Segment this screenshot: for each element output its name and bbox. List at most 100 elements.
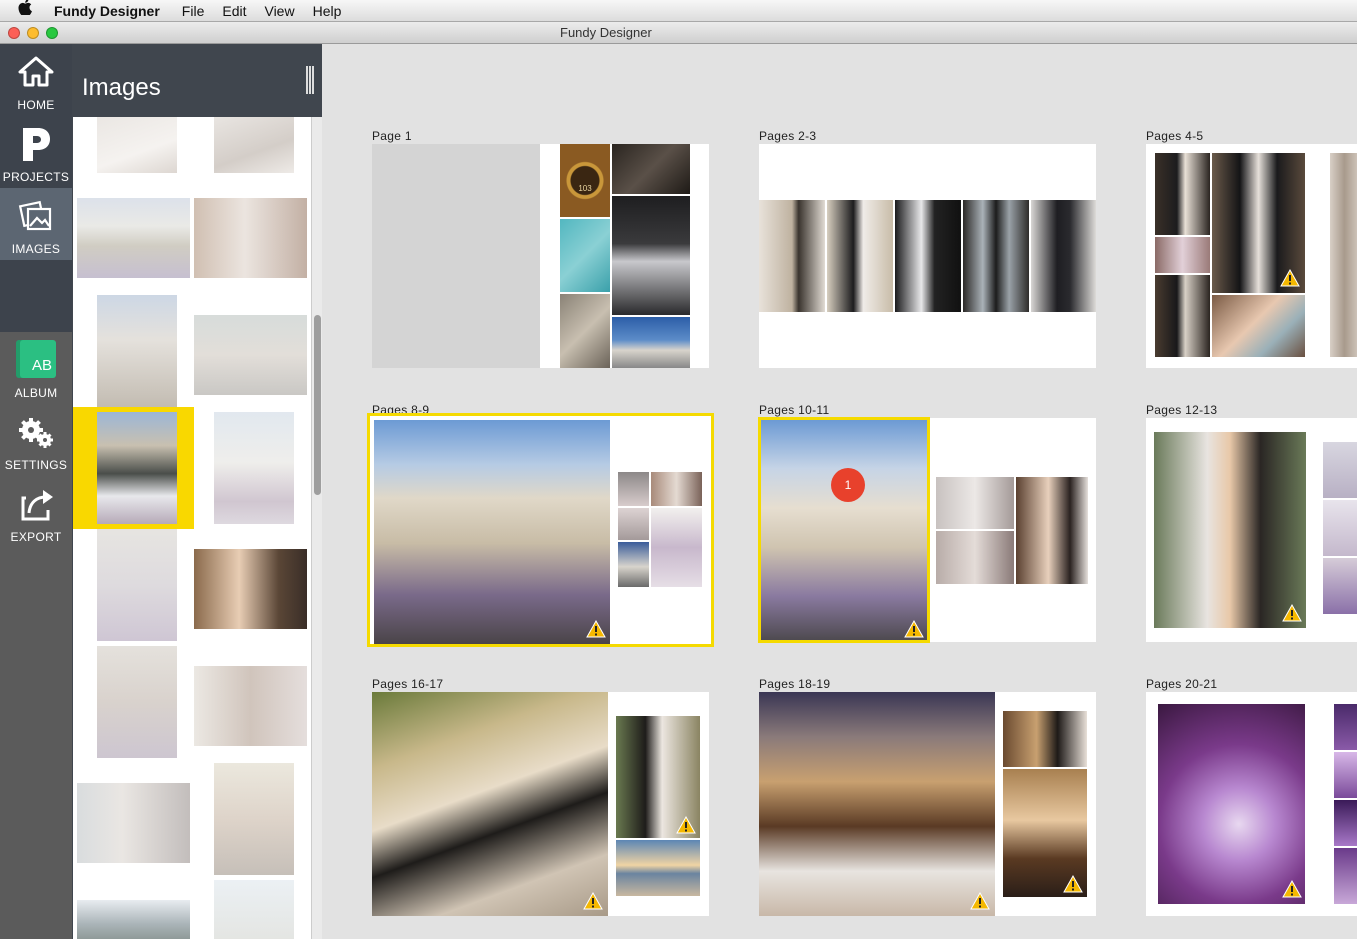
menu-view[interactable]: View (264, 3, 294, 19)
nav-album[interactable]: AB ALBUM (0, 332, 72, 404)
spread-pages-10-11[interactable]: 1 (758, 417, 1096, 643)
photo-tile[interactable] (827, 200, 893, 312)
image-count-badge: 1 (831, 468, 865, 502)
panel-resize-handle[interactable] (306, 66, 314, 94)
spread-pages-4-5[interactable] (1146, 144, 1357, 368)
purple-detail-photo[interactable] (1158, 704, 1305, 904)
spread-label: Pages 20-21 (1146, 677, 1218, 691)
album-spreads-area: Page 1 103 Pages 2-3 Pages 4-5 Pages 8-9 (322, 44, 1357, 939)
photo-tile[interactable] (651, 508, 702, 587)
nav-export[interactable]: EXPORT (0, 476, 72, 548)
warning-icon (904, 620, 924, 638)
spread-label: Page 1 (372, 129, 412, 143)
photo-tile[interactable] (1334, 704, 1357, 750)
image-thumbnail[interactable] (97, 117, 177, 173)
nav-settings[interactable]: SETTINGS (0, 404, 72, 476)
home-icon (18, 56, 54, 87)
empty-page-placeholder (372, 144, 540, 368)
spread-pages-12-13[interactable] (1146, 418, 1357, 642)
menu-file[interactable]: File (182, 3, 205, 19)
thumbnail-scrollbar[interactable] (311, 117, 322, 939)
images-icon (18, 200, 52, 231)
spread-page-1[interactable]: 103 (372, 144, 709, 368)
photo-tile[interactable] (936, 477, 1014, 529)
photo-tile[interactable] (1323, 500, 1357, 556)
photo-tile[interactable] (1155, 153, 1210, 235)
image-thumbnail[interactable] (214, 117, 294, 173)
menu-help[interactable]: Help (313, 3, 342, 19)
photo-tile[interactable] (1212, 295, 1305, 357)
photo-tile[interactable] (618, 542, 649, 587)
image-thumbnail-selected[interactable] (97, 412, 177, 524)
photo-tile[interactable] (1016, 477, 1088, 584)
nav-home[interactable]: HOME (0, 44, 72, 116)
photo-tile[interactable] (560, 294, 610, 368)
photo-tile[interactable] (1330, 153, 1357, 357)
photo-tile[interactable] (651, 472, 702, 506)
spread-pages-8-9-selected[interactable] (367, 413, 714, 647)
photo-tile[interactable] (895, 200, 961, 312)
photo-tile[interactable] (1334, 752, 1357, 798)
spread-pages-2-3[interactable] (759, 144, 1096, 368)
photo-tile[interactable] (1334, 848, 1357, 904)
photo-tile[interactable] (963, 200, 1029, 312)
photo-tile[interactable] (1323, 442, 1357, 498)
photo-tile[interactable] (616, 840, 700, 896)
image-thumbnail[interactable] (97, 646, 177, 758)
spread-label: Pages 16-17 (372, 677, 444, 691)
spread-pages-18-19[interactable] (759, 692, 1096, 916)
spread-pages-20-21[interactable] (1146, 692, 1357, 916)
export-icon (21, 490, 53, 521)
image-thumbnail[interactable] (194, 549, 307, 629)
album-icon-text: AB (31, 357, 52, 374)
photo-tile[interactable] (1212, 153, 1305, 293)
image-thumbnail[interactable] (194, 198, 307, 278)
spread-pages-16-17[interactable] (372, 692, 709, 916)
scrollbar-thumb[interactable] (314, 315, 321, 495)
photo-tile[interactable] (759, 200, 825, 312)
photo-tile[interactable] (612, 317, 690, 368)
photo-tile[interactable] (1154, 432, 1306, 628)
photo-tile[interactable] (1155, 237, 1210, 273)
photo-tile[interactable] (1003, 711, 1087, 767)
menu-edit[interactable]: Edit (222, 3, 246, 19)
photo-tile[interactable] (612, 144, 690, 194)
photo-tile[interactable] (618, 472, 649, 506)
image-thumbnail[interactable] (77, 783, 190, 863)
image-thumbnail-list[interactable] (73, 117, 311, 939)
photo-tile[interactable] (618, 508, 649, 540)
beach-couple-photo[interactable] (372, 692, 608, 916)
photo-tile[interactable] (1031, 200, 1096, 312)
image-thumbnail[interactable] (77, 198, 190, 278)
photo-tile[interactable] (936, 531, 1014, 584)
image-thumbnail[interactable] (77, 900, 190, 939)
spread-label: Pages 18-19 (759, 677, 831, 691)
app-name-menu[interactable]: Fundy Designer (54, 3, 160, 19)
image-thumbnail[interactable] (97, 529, 177, 641)
ballroom-bride-photo[interactable] (759, 692, 995, 916)
nav-images-label: IMAGES (11, 242, 61, 256)
image-thumbnail[interactable] (194, 666, 307, 746)
gazebo-photo-selected[interactable] (758, 417, 930, 643)
settings-icon (19, 418, 53, 448)
photo-tile[interactable] (1323, 558, 1357, 614)
image-thumbnail[interactable] (214, 880, 294, 939)
warning-icon (676, 816, 696, 834)
photo-tile[interactable] (1334, 800, 1357, 846)
nav-projects[interactable]: PROJECTS (0, 116, 72, 188)
image-thumbnail[interactable] (97, 295, 177, 407)
photo-tile[interactable] (616, 716, 700, 838)
image-thumbnail[interactable] (194, 315, 307, 395)
photo-tile[interactable] (612, 196, 690, 315)
image-thumbnail[interactable] (214, 412, 294, 524)
spread-label: Pages 4-5 (1146, 129, 1204, 143)
photo-tile[interactable] (560, 219, 610, 292)
nav-export-label: EXPORT (10, 530, 62, 544)
image-thumbnail[interactable] (214, 763, 294, 875)
photo-tile[interactable]: 103 (560, 144, 610, 217)
photo-tile[interactable] (1003, 769, 1087, 897)
photo-tile[interactable] (1155, 275, 1210, 357)
nav-images[interactable]: IMAGES (0, 188, 72, 260)
apple-icon[interactable] (18, 0, 40, 22)
gazebo-photo[interactable] (374, 420, 610, 644)
